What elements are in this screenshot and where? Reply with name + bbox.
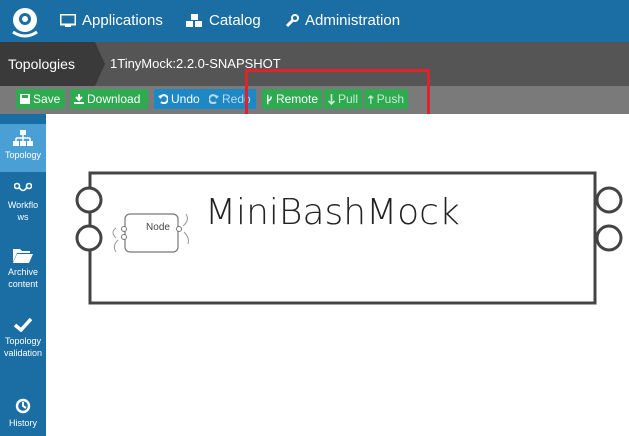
- capability-port[interactable]: [595, 186, 623, 214]
- topology-node-title: MiniBashMock: [205, 192, 460, 233]
- node-icon-label: Node: [146, 222, 170, 233]
- capability-port[interactable]: [595, 224, 623, 252]
- requirement-port[interactable]: [75, 224, 103, 252]
- requirement-port[interactable]: [75, 186, 103, 214]
